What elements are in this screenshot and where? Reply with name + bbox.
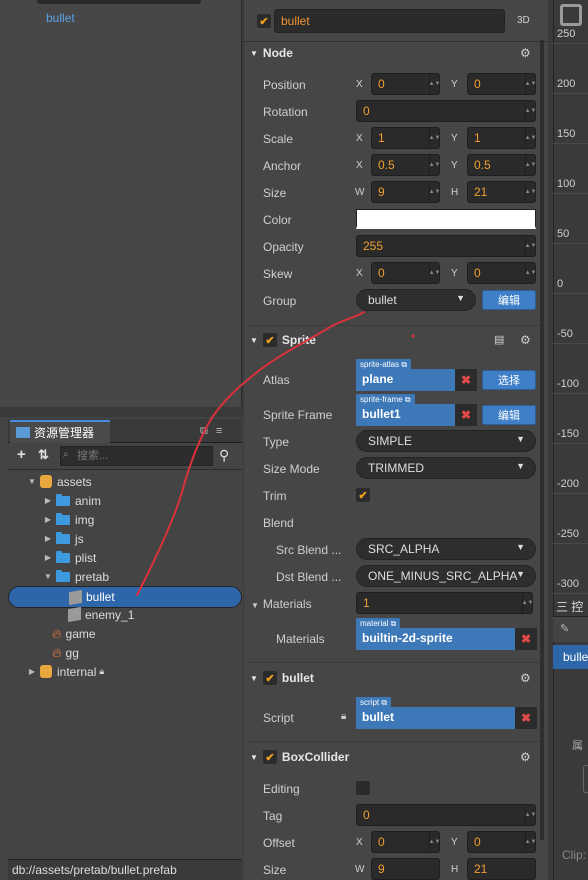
annotation-overlay (136, 311, 415, 596)
annotation-stroke (136, 311, 365, 596)
annotation-dot (411, 334, 415, 338)
